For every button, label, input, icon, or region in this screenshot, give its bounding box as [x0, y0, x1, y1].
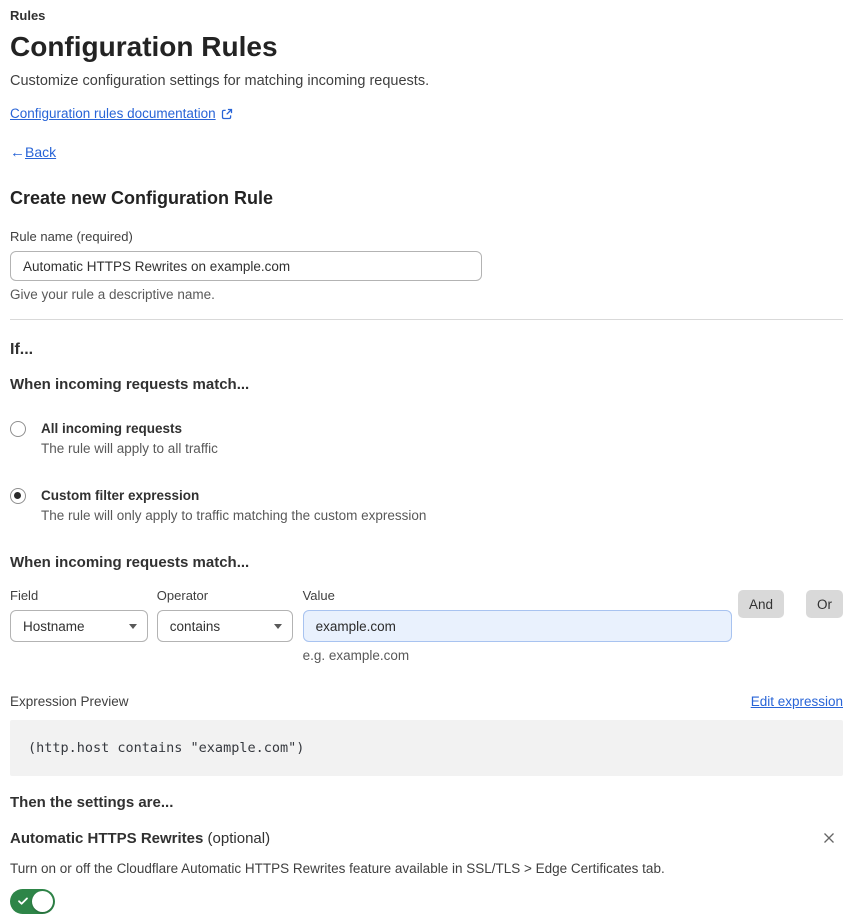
field-label: Field [10, 588, 148, 604]
create-rule-heading: Create new Configuration Rule [10, 187, 843, 209]
if-heading: If... [10, 340, 843, 360]
radio-custom-filter-expression[interactable]: Custom filter expression The rule will o… [10, 487, 843, 524]
setting-title-name: Automatic HTTPS Rewrites [10, 830, 203, 847]
radio-button-selected[interactable] [10, 488, 26, 504]
check-icon [17, 895, 29, 910]
and-button[interactable]: And [738, 590, 784, 618]
rule-name-input[interactable] [10, 251, 482, 281]
builder-heading: When incoming requests match... [10, 554, 843, 572]
radio-button-unselected[interactable] [10, 421, 26, 437]
external-link-icon [221, 108, 233, 120]
field-select-value: Hostname [23, 619, 85, 634]
back-arrow-icon: ← [10, 144, 25, 161]
breadcrumb: Rules [10, 8, 843, 24]
remove-setting-button[interactable] [821, 830, 837, 848]
operator-label: Operator [157, 588, 293, 604]
radio-description: The rule will only apply to traffic matc… [41, 507, 426, 524]
chevron-down-icon [129, 624, 137, 629]
edit-expression-link[interactable]: Edit expression [751, 694, 843, 710]
match-heading: When incoming requests match... [10, 376, 843, 394]
expression-preview-label: Expression Preview [10, 694, 129, 710]
documentation-link[interactable]: Configuration rules documentation [10, 106, 216, 122]
page-subtitle: Customize configuration settings for mat… [10, 72, 843, 90]
rule-name-label: Rule name (required) [10, 229, 843, 245]
section-divider [10, 319, 843, 320]
setting-title: Automatic HTTPS Rewrites (optional) [10, 830, 270, 848]
value-help: e.g. example.com [303, 648, 732, 664]
value-label: Value [303, 588, 732, 604]
chevron-down-icon [274, 624, 282, 629]
or-button[interactable]: Or [806, 590, 843, 618]
setting-title-suffix: (optional) [203, 830, 270, 847]
close-icon [821, 830, 837, 848]
expression-preview-code: (http.host contains "example.com") [10, 720, 843, 776]
setting-description: Turn on or off the Cloudflare Automatic … [10, 860, 843, 877]
operator-select[interactable]: contains [157, 610, 293, 642]
then-heading: Then the settings are... [10, 794, 843, 812]
radio-description: The rule will apply to all traffic [41, 440, 218, 457]
back-link[interactable]: Back [25, 144, 56, 161]
field-select[interactable]: Hostname [10, 610, 148, 642]
radio-all-incoming-requests[interactable]: All incoming requests The rule will appl… [10, 420, 843, 457]
operator-select-value: contains [170, 619, 220, 634]
page-title: Configuration Rules [10, 30, 843, 64]
radio-label: All incoming requests [41, 420, 218, 437]
value-input[interactable] [303, 610, 732, 642]
toggle-knob [32, 891, 53, 912]
rule-name-help: Give your rule a descriptive name. [10, 287, 843, 303]
automatic-https-rewrites-toggle[interactable] [10, 889, 55, 914]
configuration-rules-page: Rules Configuration Rules Customize conf… [0, 0, 852, 914]
radio-label: Custom filter expression [41, 487, 426, 504]
